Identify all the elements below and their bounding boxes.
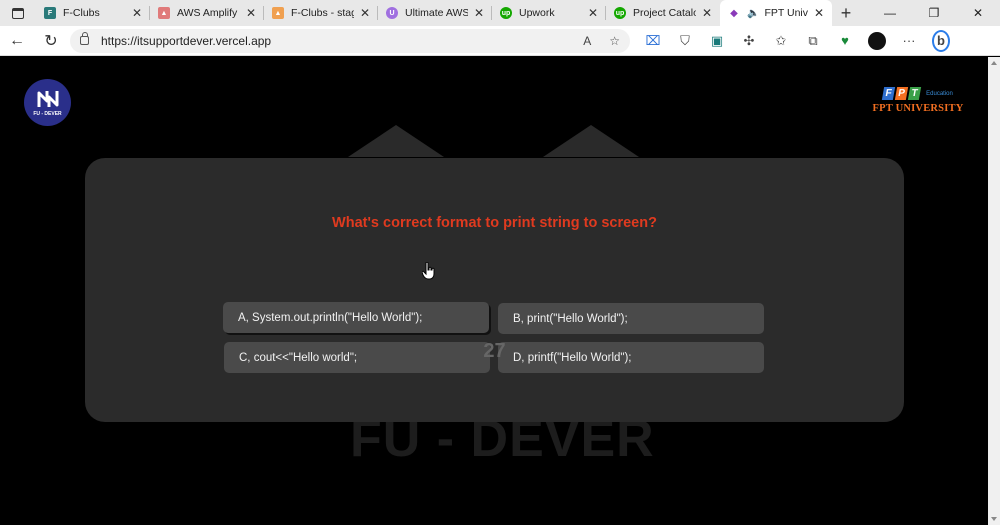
- speaker-icon[interactable]: 🔈: [747, 8, 759, 19]
- f-clubs-favicon-icon: F: [44, 7, 56, 19]
- url-text: https://itsupportdever.vercel.app: [101, 33, 272, 48]
- fpt-favicon-icon: ◆: [728, 7, 740, 19]
- aws-favicon-icon: ▲: [158, 7, 170, 19]
- answer-option-a[interactable]: A, System.out.println("Hello World");: [223, 302, 489, 333]
- collections-icon[interactable]: ⧉: [804, 33, 822, 49]
- tab-upwork[interactable]: up Upwork ✕: [492, 0, 606, 26]
- tab-aws-amplify[interactable]: ▲ AWS Amplify c ✕: [150, 0, 264, 26]
- tab-ultimate-aws[interactable]: U Ultimate AWS ( ✕: [378, 0, 492, 26]
- extensions-puzzle-icon[interactable]: ✣: [740, 33, 758, 49]
- close-icon[interactable]: ✕: [474, 6, 484, 20]
- background-roof-left: [348, 125, 444, 157]
- tab-fpt-university[interactable]: ◆ 🔈 FPT Unive ✕: [720, 0, 832, 26]
- fu-dever-logo[interactable]: FU - DEVER: [24, 79, 71, 126]
- favorites-icon[interactable]: ✩: [772, 33, 790, 49]
- close-window-button[interactable]: ✕: [956, 6, 1000, 20]
- fpt-university-logo[interactable]: F P T Education FPT UNIVERSITY: [872, 87, 964, 114]
- close-icon[interactable]: ✕: [360, 6, 370, 20]
- quiz-question: What's correct format to print string to…: [332, 215, 657, 231]
- page-scrollbar[interactable]: [988, 57, 1000, 525]
- read-aloud-icon[interactable]: A: [583, 34, 591, 48]
- more-options-icon[interactable]: ···: [900, 33, 918, 48]
- udemy-favicon-icon: U: [386, 7, 398, 19]
- address-toolbar: ← ↻ https://itsupportdever.vercel.app A …: [0, 26, 1000, 56]
- refresh-icon[interactable]: ↻: [34, 31, 68, 51]
- extension-app-icon[interactable]: ▣: [708, 33, 726, 49]
- close-icon[interactable]: ✕: [814, 6, 824, 20]
- close-icon[interactable]: ✕: [246, 6, 256, 20]
- fu-dever-mark-icon: [37, 90, 58, 107]
- restore-button[interactable]: ❐: [912, 6, 956, 20]
- scroll-down-icon[interactable]: [991, 517, 997, 521]
- close-icon[interactable]: ✕: [132, 6, 142, 20]
- answer-option-b[interactable]: B, print("Hello World");: [498, 303, 764, 334]
- translate-icon[interactable]: ⌧: [644, 33, 662, 49]
- upwork-favicon-icon: up: [614, 7, 626, 19]
- lock-icon[interactable]: [80, 32, 89, 45]
- close-icon[interactable]: ✕: [588, 6, 598, 20]
- minimize-button[interactable]: —: [868, 6, 912, 20]
- background-roof-right: [543, 125, 639, 157]
- tab-f-clubs-staging[interactable]: ▲ F-Clubs - stagi ✕: [264, 0, 378, 26]
- scroll-up-icon[interactable]: [991, 61, 997, 65]
- browser-essentials-icon[interactable]: ♥: [836, 33, 854, 48]
- countdown-timer: 27: [483, 340, 506, 362]
- tab-f-clubs[interactable]: F F-Clubs ✕: [36, 0, 150, 26]
- favorite-star-icon[interactable]: ☆: [609, 34, 620, 48]
- tab-project-catalog[interactable]: up Project Catalog ✕: [606, 0, 720, 26]
- bing-copilot-icon[interactable]: b: [932, 29, 950, 52]
- new-tab-button[interactable]: +: [832, 3, 860, 24]
- tab-actions-icon[interactable]: [0, 0, 36, 26]
- page-viewport: FU - DEVER F P T Education FPT UNIVERSIT…: [0, 57, 988, 525]
- url-field[interactable]: https://itsupportdever.vercel.app A ☆: [70, 28, 630, 53]
- back-icon[interactable]: ←: [0, 32, 34, 50]
- close-icon[interactable]: ✕: [702, 6, 712, 20]
- amplify-favicon-icon: ▲: [272, 7, 284, 19]
- tab-bar: F F-Clubs ✕ ▲ AWS Amplify c ✕ ▲ F-Clubs …: [0, 0, 1000, 26]
- shield-icon[interactable]: ⛉: [676, 33, 694, 49]
- hand-cursor-icon: [422, 262, 435, 280]
- profile-avatar[interactable]: [868, 31, 886, 50]
- upwork-favicon-icon: up: [500, 7, 512, 19]
- quiz-card: What's correct format to print string to…: [85, 158, 904, 422]
